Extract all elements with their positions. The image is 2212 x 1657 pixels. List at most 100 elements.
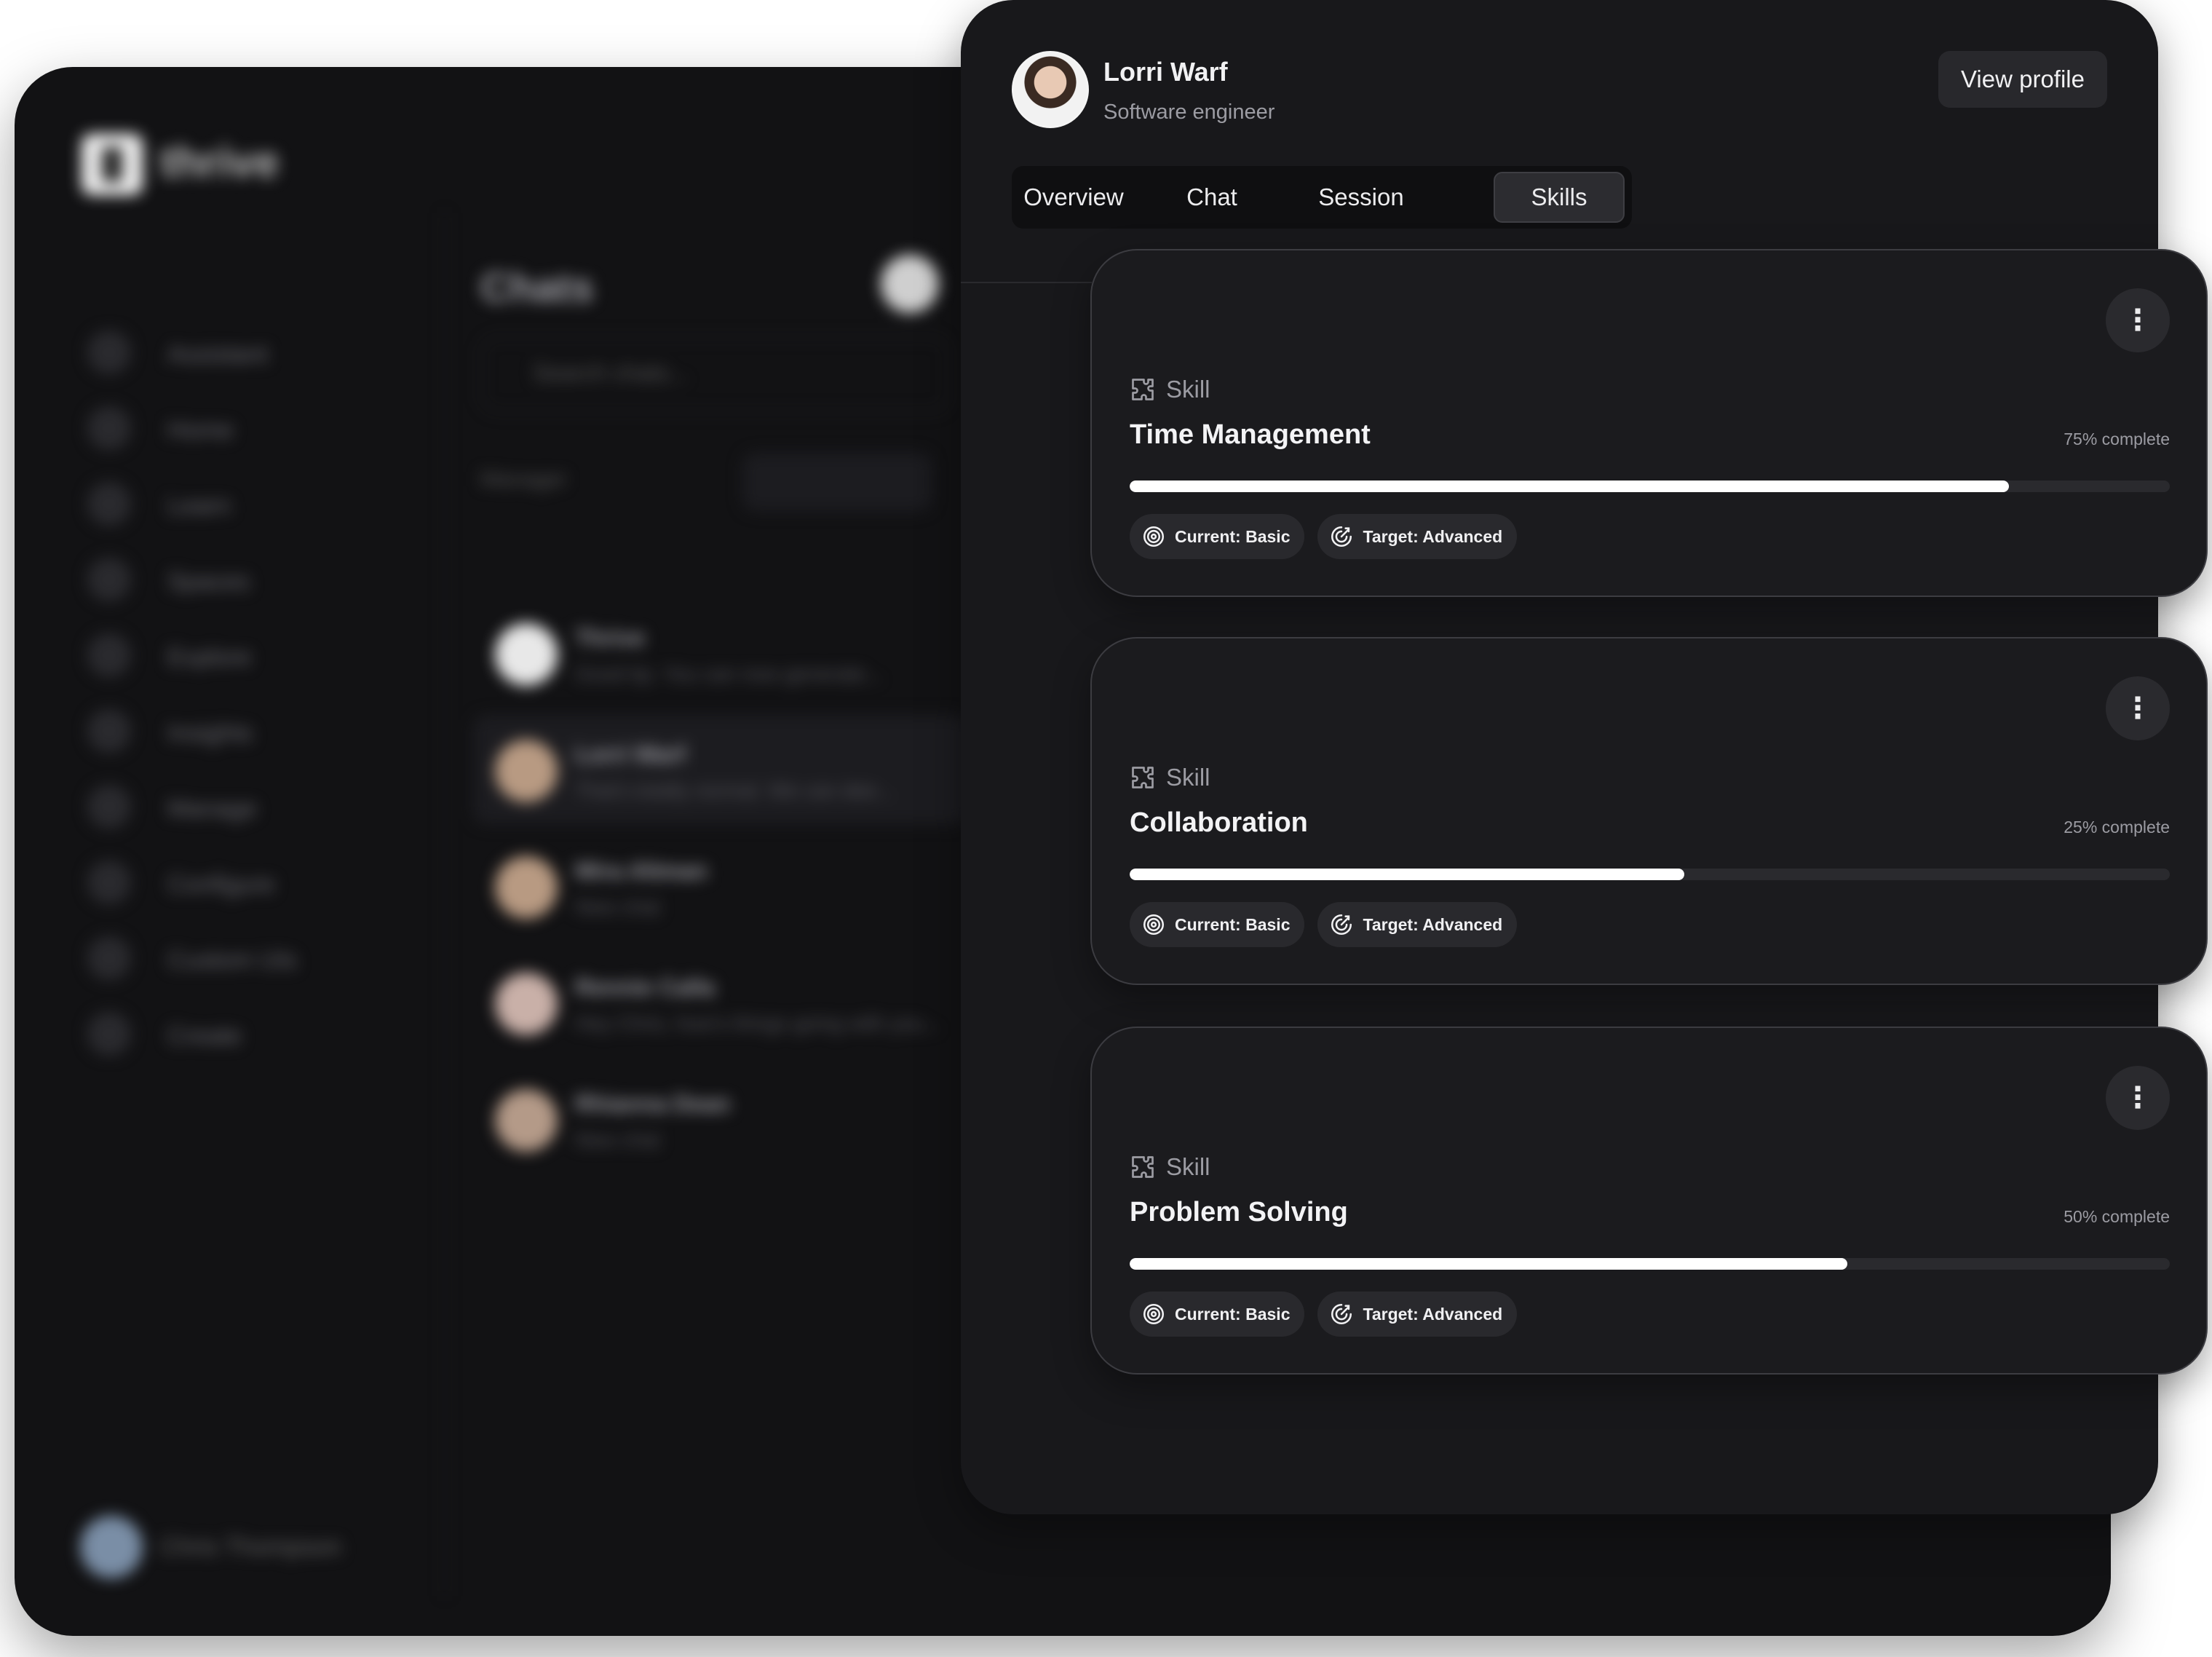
skill-tag: Skill (1130, 1153, 1210, 1181)
chat-preview: Good tip. You can now generate... (575, 663, 882, 685)
chat-list-item[interactable]: Thrive Good tip. You can now generate... (473, 598, 968, 708)
home-icon (87, 406, 131, 450)
profile-name: Lorri Warf (1103, 57, 1228, 87)
target-level-badge: Target: Advanced (1317, 514, 1518, 559)
sidebar-item-label: Configure (167, 871, 275, 898)
current-level-label: Current: Basic (1175, 526, 1291, 546)
target-level-label: Target: Advanced (1363, 914, 1503, 934)
current-user-name: Chris Thompson (160, 1533, 341, 1561)
chats-title: Chats (480, 264, 594, 310)
skill-card: ⋮ Skill Collaboration 25% complete Curre… (1090, 637, 2208, 985)
sidebar-item-create[interactable]: Create (87, 1012, 320, 1056)
chat-name: Lorri Warf (575, 741, 686, 767)
sidebar-item-label: Manage (167, 795, 257, 823)
tab-chat[interactable]: Chat (1165, 172, 1259, 223)
chat-list-item[interactable]: Rhianna Dean New chat (473, 1064, 968, 1174)
sidebar-item-label: Insights (167, 719, 253, 747)
puzzle-icon (1132, 767, 1154, 788)
chat-name: Rennie Calla (575, 974, 715, 1000)
skill-tag-label: Skill (1166, 764, 1210, 791)
chat-name: Rhianna Dean (575, 1091, 731, 1117)
chat-name: Thrive (575, 625, 646, 651)
chat-search-input[interactable]: Search chats... (480, 336, 949, 412)
goal-refresh-icon (1331, 526, 1352, 547)
progress-track (1130, 481, 2170, 492)
target-level-label: Target: Advanced (1363, 526, 1503, 546)
profile-tabs: Overview Chat Session Skills (1012, 166, 1632, 229)
skill-card: ⋮ Skill Problem Solving 50% complete Cur… (1090, 1027, 2208, 1375)
chat-preview: New chat (575, 895, 660, 918)
configure-icon (87, 861, 131, 904)
filter-label: Manager (480, 467, 567, 491)
tab-session[interactable]: Session (1296, 172, 1427, 223)
thrive-logo-icon (82, 134, 143, 195)
current-level-badge: Current: Basic (1130, 514, 1305, 559)
app-logo-text: thrive (160, 138, 280, 186)
new-chat-button[interactable] (881, 255, 939, 313)
more-vertical-icon[interactable]: ⋮ (2106, 1066, 2170, 1130)
skill-tag: Skill (1130, 764, 1210, 791)
spaces-icon (87, 558, 131, 601)
avatar (495, 740, 558, 802)
sidebar-item-explore[interactable]: Explore (87, 633, 320, 677)
sidebar-item-configure[interactable]: Configure (87, 861, 320, 904)
insights-icon (87, 709, 131, 753)
completion-text: 50% complete (2064, 1207, 2170, 1226)
current-level-badge: Current: Basic (1130, 1292, 1305, 1337)
target-level-label: Target: Advanced (1363, 1304, 1503, 1324)
panel-divider (961, 282, 1092, 283)
chat-filter-select[interactable] (742, 453, 932, 511)
sidebar-divider (444, 213, 445, 1596)
sidebar-item-label: Spaces (167, 568, 250, 596)
chat-preview: That's totally normal. We can dee... (575, 779, 894, 802)
target-icon (1143, 526, 1165, 547)
target-level-badge: Target: Advanced (1317, 902, 1518, 947)
chat-list-item[interactable]: Rennie Calla Hey Chris, how's things goin… (473, 948, 968, 1057)
current-level-label: Current: Basic (1175, 914, 1291, 934)
sidebar-item-manage[interactable]: Manage (87, 785, 320, 828)
puzzle-icon (1132, 379, 1154, 400)
avatar (495, 1089, 558, 1152)
sidebar-item-custom-uis[interactable]: Custom UIs (87, 936, 320, 980)
sidebar-item-assistant[interactable]: Assistant (87, 331, 320, 374)
chat-list-item[interactable]: Mira Altman New chat (473, 831, 968, 941)
target-icon (1143, 1303, 1165, 1325)
goal-refresh-icon (1331, 914, 1352, 936)
sidebar-item-home[interactable]: Home (87, 406, 320, 450)
puzzle-icon (1132, 1156, 1154, 1178)
explore-icon (87, 633, 131, 677)
sidebar-item-label: Create (167, 1022, 242, 1050)
progress-fill (1130, 1258, 1847, 1270)
more-vertical-icon[interactable]: ⋮ (2106, 676, 2170, 740)
skill-title: Collaboration (1130, 807, 1308, 838)
profile-role: Software engineer (1103, 100, 1275, 124)
current-user-avatar[interactable] (80, 1516, 143, 1578)
tab-skills[interactable]: Skills (1494, 172, 1625, 223)
progress-fill (1130, 481, 2009, 492)
view-profile-button[interactable]: View profile (1938, 51, 2107, 108)
skill-title: Problem Solving (1130, 1197, 1348, 1227)
skill-title: Time Management (1130, 419, 1371, 450)
avatar (495, 973, 558, 1035)
goal-refresh-icon (1331, 1303, 1352, 1325)
plus-icon (87, 1012, 131, 1056)
sidebar-item-insights[interactable]: Insights (87, 709, 320, 753)
more-vertical-icon[interactable]: ⋮ (2106, 288, 2170, 352)
profile-avatar (1012, 51, 1089, 128)
progress-track (1130, 1258, 2170, 1270)
skill-tag: Skill (1130, 376, 1210, 403)
chat-preview: Hey Chris, how's things going with you..… (575, 1012, 940, 1035)
skill-tag-label: Skill (1166, 1153, 1210, 1180)
sidebar-item-learn[interactable]: Learn (87, 482, 320, 526)
sidebar-item-label: Learn (167, 492, 231, 520)
sidebar-item-label: Explore (167, 644, 252, 671)
chat-list-item[interactable]: Lorri Warf That's totally normal. We can … (473, 715, 968, 824)
sidebar-item-label: Custom UIs (167, 946, 297, 974)
completion-text: 25% complete (2064, 818, 2170, 837)
learn-icon (87, 482, 131, 526)
sidebar-item-spaces[interactable]: Spaces (87, 558, 320, 601)
search-placeholder: Search chats... (533, 360, 689, 386)
chat-preview: New chat (575, 1128, 660, 1151)
target-icon (1143, 914, 1165, 936)
tab-overview[interactable]: Overview (1019, 172, 1128, 223)
